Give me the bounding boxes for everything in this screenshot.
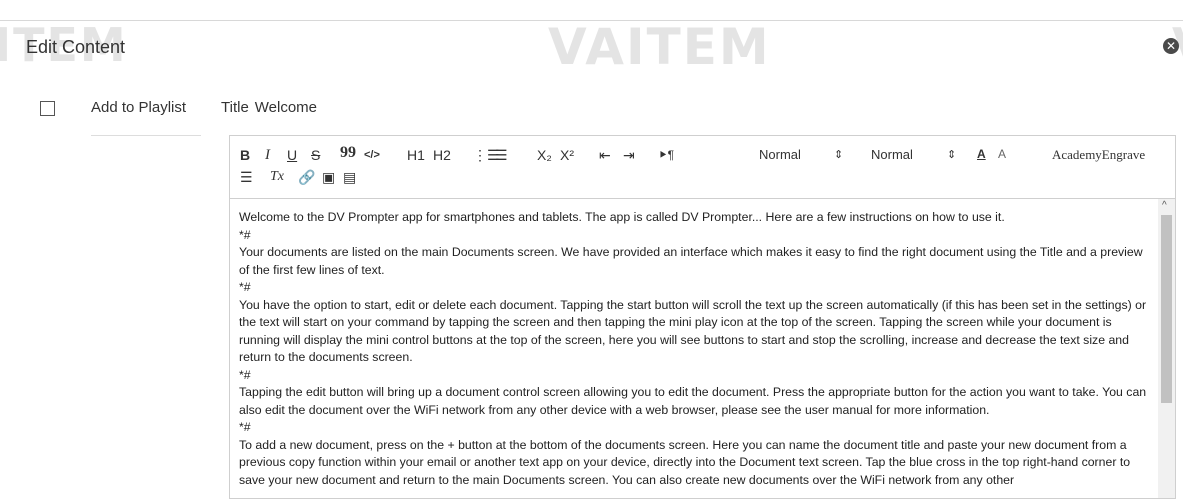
code-button[interactable]: </> xyxy=(364,147,380,163)
header-divider xyxy=(0,20,1183,21)
bold-button[interactable]: B xyxy=(240,147,250,163)
text-direction-icon[interactable]: ⯈¶ xyxy=(658,147,674,163)
text-color-icon[interactable]: A xyxy=(977,146,986,162)
scrollbar-thumb[interactable] xyxy=(1161,215,1172,403)
background-color-icon[interactable]: A xyxy=(998,146,1006,162)
align-icon[interactable]: ☰ xyxy=(240,169,253,185)
title-field: Title Welcome xyxy=(221,99,317,116)
editor-paragraph: Tapping the edit button will bring up a … xyxy=(239,385,1147,417)
indent-icon[interactable]: ⇥ xyxy=(623,147,635,163)
blockquote-button[interactable]: 99 xyxy=(340,145,356,161)
editor-separator: *# xyxy=(239,227,251,242)
strikethrough-button[interactable]: S xyxy=(311,147,320,163)
editor-area[interactable]: Welcome to the DV Prompter app for smart… xyxy=(229,199,1176,499)
editor-paragraph: Your documents are listed on the main Do… xyxy=(239,245,1143,277)
h1-button[interactable]: H1 xyxy=(407,147,425,163)
underline-button[interactable]: U xyxy=(287,147,297,163)
add-to-playlist-checkbox[interactable] xyxy=(40,101,55,116)
editor-separator: *# xyxy=(239,367,251,382)
header-select[interactable]: Normal xyxy=(871,147,913,163)
size-select-caret-icon[interactable]: ⇕ xyxy=(834,147,843,163)
superscript-button[interactable]: X² xyxy=(560,147,574,163)
editor-paragraph: Welcome to the DV Prompter app for smart… xyxy=(239,210,1005,224)
video-icon[interactable]: ▤ xyxy=(343,169,356,185)
italic-button[interactable]: I xyxy=(265,147,270,163)
h2-button[interactable]: H2 xyxy=(433,147,451,163)
dialog-title: Edit Content xyxy=(26,37,126,57)
size-select[interactable]: Normal xyxy=(759,147,801,163)
add-to-playlist-label: Add to Playlist xyxy=(91,99,187,116)
editor-toolbar: B I U S 99 </> H1 H2 ⋮☰ ☰ X₂ X² ⇤ ⇥ ⯈¶ N… xyxy=(229,135,1176,199)
link-icon[interactable]: 🔗 xyxy=(298,169,315,185)
editor-separator: *# xyxy=(239,420,251,434)
outdent-icon[interactable]: ⇤ xyxy=(599,147,611,163)
close-icon[interactable]: ✕ xyxy=(1163,38,1179,54)
header-select-caret-icon[interactable]: ⇕ xyxy=(947,147,956,163)
clear-format-icon[interactable]: Tx xyxy=(270,169,284,185)
font-select[interactable]: AcademyEngrave xyxy=(1052,147,1177,163)
left-divider xyxy=(91,135,201,136)
editor-paragraph: You have the option to start, edit or de… xyxy=(239,297,1147,365)
scroll-up-icon[interactable]: ^ xyxy=(1162,200,1167,211)
subscript-button[interactable]: X₂ xyxy=(537,147,552,163)
editor-paragraph: To add a new document, press on the + bu… xyxy=(239,437,1131,487)
image-icon[interactable]: ▣ xyxy=(322,169,335,185)
bullet-list-icon[interactable]: ☰ xyxy=(495,147,508,163)
title-label: Title xyxy=(221,99,249,116)
editor-separator: *# xyxy=(239,280,251,294)
watermark-center: VAITEM xyxy=(548,18,771,76)
title-value[interactable]: Welcome xyxy=(255,99,317,116)
editor-content[interactable]: Welcome to the DV Prompter app for smart… xyxy=(239,209,1155,489)
editor-scrollbar[interactable]: ^ xyxy=(1158,199,1175,498)
